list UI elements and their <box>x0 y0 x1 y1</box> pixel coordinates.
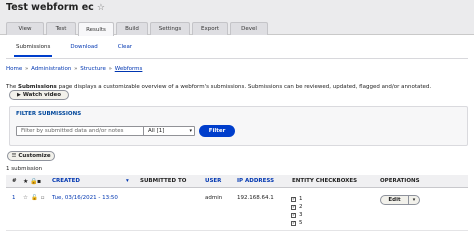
edit-button[interactable]: Edit <box>381 196 409 204</box>
list-item: ✓ 3 <box>291 212 303 218</box>
tab-build[interactable]: Build <box>116 22 148 35</box>
col-sid[interactable]: # <box>12 178 17 184</box>
table-header: # ★ 🔒 ▪ CREATED ▾ SUBMITTED TO USER IP A… <box>6 175 468 188</box>
checkbox-checked-icon: ✓ <box>291 212 296 218</box>
unlock-icon[interactable]: 🔓 <box>31 195 38 201</box>
star-icon[interactable]: ☆ <box>97 3 105 13</box>
tab-devel[interactable]: Devel <box>230 22 268 35</box>
page-description: The Submissions page displays a customiz… <box>6 84 432 90</box>
breadcrumb-administration[interactable]: Administration <box>31 66 71 72</box>
subtabs-divider <box>6 58 468 59</box>
filter-button[interactable]: Filter <box>199 125 235 137</box>
subtab-clear[interactable]: Clear <box>108 42 142 56</box>
col-operations: OPERATIONS <box>380 178 420 184</box>
breadcrumb-webforms[interactable]: Webforms <box>115 66 143 72</box>
breadcrumb-home[interactable]: Home <box>6 66 22 72</box>
checkbox-checked-icon: ✓ <box>291 204 296 210</box>
row-sid-link[interactable]: 1 <box>12 195 16 201</box>
tab-test[interactable]: Test <box>46 22 76 35</box>
submission-count: 1 submission <box>6 166 43 172</box>
star-icon: ★ <box>23 178 29 185</box>
col-entity-checkboxes: ENTITY CHECKBOXES <box>292 178 358 184</box>
note-icon: ▫ <box>40 195 45 201</box>
col-submitted-to[interactable]: SUBMITTED TO <box>140 178 186 184</box>
chevron-down-icon: ▾ <box>189 128 192 134</box>
list-item: ✓ 1 <box>291 196 303 202</box>
filter-submissions-panel: FILTER SUBMISSIONS All [1] ▾ Filter <box>9 106 468 146</box>
filter-state-select[interactable]: All [1] ▾ <box>143 126 195 136</box>
note-icon: ▪ <box>37 178 42 185</box>
tab-view[interactable]: View <box>6 22 44 35</box>
row-user: admin <box>205 195 223 201</box>
star-outline-icon[interactable]: ☆ <box>23 195 28 201</box>
customize-button[interactable]: ☰ Customize <box>7 151 55 161</box>
breadcrumb-structure[interactable]: Structure <box>80 66 106 72</box>
tab-settings[interactable]: Settings <box>150 22 190 35</box>
settings-icon: ☰ <box>11 153 17 159</box>
col-user[interactable]: USER <box>205 178 221 184</box>
list-item: ✓ 2 <box>291 204 303 210</box>
sort-desc-icon: ▾ <box>126 178 129 184</box>
secondary-tabs: Submissions Download Clear <box>6 42 142 57</box>
row-entity-checkboxes: ✓ 1 ✓ 2 ✓ 3 ✓ 5 <box>291 195 303 227</box>
row-flags: ☆ 🔓 ▫ <box>23 195 45 201</box>
filter-search-input[interactable] <box>16 126 146 136</box>
play-icon: ▶ <box>16 92 21 98</box>
col-ip[interactable]: IP ADDRESS <box>237 178 274 184</box>
primary-tabs: View Test Results Build Settings Export … <box>6 22 268 36</box>
checkbox-checked-icon: ✓ <box>291 220 296 226</box>
row-operations-dropbutton: Edit ▾ <box>380 195 420 205</box>
table-row: 1 ☆ 🔓 ▫ Tue, 03/16/2021 - 13:50 admin 19… <box>6 189 468 231</box>
tab-results[interactable]: Results <box>78 22 114 36</box>
subtab-submissions[interactable]: Submissions <box>6 42 60 57</box>
page-header: Test webform ec ☆ View Test Results Build… <box>0 0 474 36</box>
row-created-link[interactable]: Tue, 03/16/2021 - 13:50 <box>52 195 118 201</box>
watch-video-button[interactable]: ▶ Watch video <box>9 90 69 100</box>
tab-export[interactable]: Export <box>192 22 228 35</box>
chevron-down-icon[interactable]: ▾ <box>409 196 419 204</box>
col-created[interactable]: CREATED <box>52 178 80 184</box>
filter-heading: FILTER SUBMISSIONS <box>16 111 82 117</box>
list-item: ✓ 5 <box>291 220 303 226</box>
checkbox-checked-icon: ✓ <box>291 196 296 202</box>
subtab-download[interactable]: Download <box>60 42 107 56</box>
page-title: Test webform ec ☆ <box>6 2 105 13</box>
row-ip: 192.168.64.1 <box>237 195 274 201</box>
breadcrumb: Home » Administration » Structure » Webf… <box>6 66 143 72</box>
